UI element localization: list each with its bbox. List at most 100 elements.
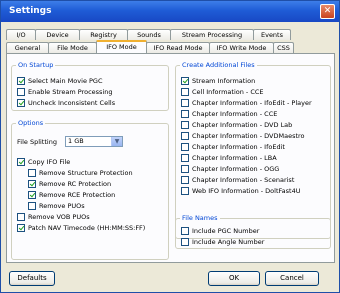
remove-rce-protection-checkbox[interactable]: Remove RCE Protection — [28, 190, 115, 199]
file-splitting-select[interactable]: 1 GB ▼ — [65, 136, 123, 147]
remove-rc-protection-checkbox[interactable]: Remove RC Protection — [28, 179, 111, 188]
tab-row-top: I/O Device Registry Sounds Stream Proces… — [6, 29, 291, 40]
checkbox-label: Include Angle Number — [192, 237, 265, 246]
tab-sounds[interactable]: Sounds — [127, 29, 171, 40]
checkbox-box[interactable] — [17, 87, 25, 96]
checkbox-label: Stream Information — [192, 76, 256, 85]
checkbox-box[interactable] — [181, 164, 189, 173]
checkbox-box[interactable] — [181, 98, 189, 107]
tab-file-mode[interactable]: File Mode — [48, 42, 97, 53]
checkbox-box[interactable] — [181, 186, 189, 195]
chapter-info-cce-checkbox[interactable]: Chapter Information - CCE — [181, 109, 277, 118]
checkbox-label: Remove PUOs — [39, 201, 85, 210]
file-splitting-label: File Splitting — [17, 138, 57, 146]
cell-information-cce-checkbox[interactable]: Cell Information - CCE — [181, 87, 264, 96]
patch-nav-timecode-checkbox[interactable]: Patch NAV Timecode (HH:MM:SS:FF) — [17, 223, 145, 232]
window-title: Settings — [9, 6, 52, 16]
remove-vob-puos-checkbox[interactable]: Remove VOB PUOs — [17, 212, 90, 221]
settings-window: Settings ✕ I/O Device Registry Sounds St… — [0, 0, 340, 293]
tab-ifo-write-mode[interactable]: IFO Write Mode — [209, 42, 274, 53]
checkbox-label: Remove Structure Protection — [39, 168, 133, 177]
copy-ifo-file-checkbox[interactable]: Copy IFO File — [17, 157, 70, 166]
stream-information-checkbox[interactable]: Stream Information — [181, 76, 255, 85]
remove-structure-protection-checkbox[interactable]: Remove Structure Protection — [28, 168, 133, 177]
checkbox-label: Remove RC Protection — [39, 179, 112, 188]
checkbox-box[interactable] — [17, 76, 25, 85]
on-startup-title: On Startup — [18, 61, 54, 69]
ok-button[interactable]: OK — [208, 271, 260, 286]
checkbox-box[interactable] — [28, 190, 36, 199]
tab-ifo-read-mode[interactable]: IFO Read Mode — [146, 42, 210, 53]
chevron-down-icon[interactable]: ▼ — [111, 137, 122, 146]
tab-stream-processing[interactable]: Stream Processing — [170, 29, 254, 40]
cancel-button[interactable]: Cancel — [265, 271, 319, 286]
file-splitting-value: 1 GB — [68, 137, 84, 145]
remove-puos-checkbox[interactable]: Remove PUOs — [28, 201, 85, 210]
checkbox-label: Remove VOB PUOs — [28, 212, 90, 221]
close-icon: ✕ — [323, 6, 332, 16]
close-button[interactable]: ✕ — [320, 4, 335, 19]
checkbox-box[interactable] — [181, 120, 189, 129]
select-main-movie-checkbox[interactable]: Select Main Movie PGC — [17, 76, 103, 85]
chapter-info-ogg-checkbox[interactable]: Chapter Information - OGG — [181, 164, 279, 173]
checkbox-box[interactable] — [181, 153, 189, 162]
chapter-info-player-checkbox[interactable]: Chapter Information - IfoEdit - Player — [181, 98, 312, 107]
checkbox-label: Include PGC Number — [192, 226, 260, 235]
include-angle-number-checkbox[interactable]: Include Angle Number — [181, 237, 264, 246]
tab-css[interactable]: CSS — [273, 42, 294, 53]
options-title: Options — [18, 119, 44, 127]
checkbox-label: Copy IFO File — [28, 157, 71, 166]
checkbox-box[interactable] — [17, 157, 25, 166]
tab-io[interactable]: I/O — [6, 29, 36, 40]
chapter-info-ifoedit-checkbox[interactable]: Chapter Information - IfoEdit — [181, 142, 285, 151]
chapter-info-scenarist-checkbox[interactable]: Chapter Information - Scenarist — [181, 175, 294, 184]
tab-row-bottom: General File Mode IFO Mode IFO Read Mode… — [6, 40, 294, 53]
checkbox-box[interactable] — [181, 131, 189, 140]
checkbox-label: Chapter Information - CCE — [192, 109, 278, 118]
checkbox-label: Enable Stream Processing — [28, 87, 113, 96]
checkbox-box[interactable] — [17, 98, 25, 107]
checkbox-label: Chapter Information - DVDMaestro — [192, 131, 305, 140]
title-bar: Settings ✕ — [1, 1, 339, 22]
checkbox-label: Patch NAV Timecode (HH:MM:SS:FF) — [28, 223, 146, 232]
tab-general[interactable]: General — [6, 42, 49, 53]
checkbox-box[interactable] — [17, 223, 25, 232]
file-names-title: File Names — [182, 214, 218, 222]
checkbox-box[interactable] — [17, 212, 25, 221]
checkbox-box[interactable] — [28, 201, 36, 210]
chapter-info-dvd-lab-checkbox[interactable]: Chapter Information - DVD Lab — [181, 120, 292, 129]
tab-device[interactable]: Device — [35, 29, 80, 40]
checkbox-box[interactable] — [181, 76, 189, 85]
checkbox-label: Select Main Movie PGC — [28, 76, 103, 85]
chapter-info-dvdmaestro-checkbox[interactable]: Chapter Information - DVDMaestro — [181, 131, 305, 140]
tab-ifo-mode[interactable]: IFO Mode — [96, 40, 147, 53]
create-files-title: Create Additional Files — [182, 61, 255, 69]
checkbox-label: Remove RCE Protection — [39, 190, 116, 199]
checkbox-box[interactable] — [181, 87, 189, 96]
checkbox-box[interactable] — [181, 175, 189, 184]
uncheck-inconsistent-cells-checkbox[interactable]: Uncheck Inconsistent Cells — [17, 98, 115, 107]
checkbox-box[interactable] — [181, 226, 189, 235]
chapter-info-lba-checkbox[interactable]: Chapter Information - LBA — [181, 153, 277, 162]
checkbox-box[interactable] — [28, 168, 36, 177]
checkbox-box[interactable] — [181, 109, 189, 118]
defaults-button[interactable]: Defaults — [9, 271, 55, 286]
tab-registry[interactable]: Registry — [79, 29, 128, 40]
checkbox-label: Chapter Information - IfoEdit — [192, 142, 285, 151]
checkbox-box[interactable] — [181, 142, 189, 151]
include-pgc-number-checkbox[interactable]: Include PGC Number — [181, 226, 259, 235]
web-ifo-information-checkbox[interactable]: Web IFO Information - DoltFast4U — [181, 186, 300, 195]
checkbox-label: Uncheck Inconsistent Cells — [28, 98, 116, 107]
checkbox-label: Chapter Information - DVD Lab — [192, 120, 293, 129]
checkbox-label: Chapter Information - LBA — [192, 153, 277, 162]
checkbox-box[interactable] — [181, 237, 189, 246]
tab-panel: On Startup Select Main Movie PGC Enable … — [6, 53, 335, 263]
checkbox-box[interactable] — [28, 179, 36, 188]
enable-stream-processing-checkbox[interactable]: Enable Stream Processing — [17, 87, 113, 96]
tab-events[interactable]: Events — [253, 29, 291, 40]
checkbox-label: Chapter Information - OGG — [192, 164, 280, 173]
checkbox-label: Cell Information - CCE — [192, 87, 264, 96]
checkbox-label: Chapter Information - Scenarist — [192, 175, 295, 184]
checkbox-label: Chapter Information - IfoEdit - Player — [192, 98, 312, 107]
checkbox-label: Web IFO Information - DoltFast4U — [192, 186, 301, 195]
